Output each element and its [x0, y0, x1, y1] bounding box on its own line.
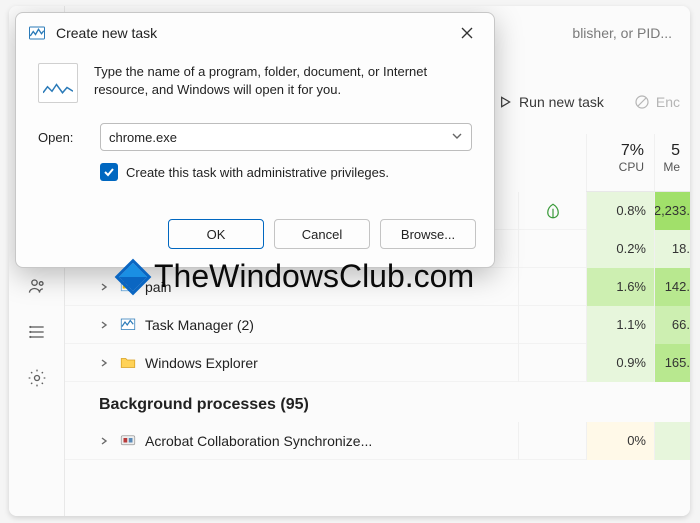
nav-details-icon[interactable] [27, 322, 47, 342]
dialog-description: Type the name of a program, folder, docu… [94, 63, 472, 99]
process-icon [119, 278, 137, 296]
cpu-percent: 7% [591, 142, 644, 160]
open-combobox[interactable]: chrome.exe [100, 123, 472, 151]
expand-chevron-icon[interactable] [99, 317, 111, 333]
memory-percent: 5 [659, 142, 680, 160]
memory-label: Me [663, 160, 680, 174]
close-icon [460, 26, 474, 40]
admin-checkbox[interactable] [100, 163, 118, 181]
expand-chevron-icon[interactable] [99, 279, 111, 295]
nav-settings-icon[interactable] [27, 368, 47, 388]
column-headers: 7% CPU 5 Me [586, 134, 690, 192]
cpu-cell: 1.1% [586, 306, 654, 344]
process-name: Task Manager (2) [145, 317, 254, 333]
process-row[interactable]: Task Manager (2) 1.1%66. [65, 306, 690, 344]
process-icon [119, 354, 137, 372]
memory-cell: 18. [654, 230, 690, 268]
memory-cell: 165. [654, 344, 690, 382]
memory-cell: 2,233. [654, 192, 690, 230]
background-processes-header: Background processes (95) [65, 382, 690, 422]
efficiency-cell [518, 192, 586, 230]
cpu-cell: 0.8% [586, 192, 654, 230]
process-name: pain [145, 279, 171, 295]
process-row[interactable]: Windows Explorer 0.9%165. [65, 344, 690, 382]
efficiency-cell [518, 422, 586, 460]
process-row[interactable]: pain 1.6%142. [65, 268, 690, 306]
end-task-button: Enc [624, 88, 690, 116]
memory-header[interactable]: 5 Me [654, 134, 690, 191]
process-icon [119, 432, 137, 450]
check-icon [103, 166, 115, 178]
cpu-cell: 0.9% [586, 344, 654, 382]
dialog-title: Create new task [56, 25, 452, 41]
process-name: Acrobat Collaboration Synchronize... [145, 433, 372, 449]
efficiency-cell [518, 306, 586, 344]
create-new-task-dialog: Create new task Type the name of a progr… [15, 12, 495, 268]
chevron-down-icon [451, 130, 463, 145]
open-label: Open: [38, 130, 86, 145]
play-icon [497, 94, 513, 110]
cpu-header[interactable]: 7% CPU [586, 134, 654, 191]
admin-checkbox-label: Create this task with administrative pri… [126, 165, 389, 180]
run-dialog-icon [28, 24, 46, 42]
memory-cell [654, 422, 690, 460]
run-new-task-label: Run new task [519, 94, 604, 110]
efficiency-cell [518, 344, 586, 382]
open-value: chrome.exe [109, 130, 177, 145]
memory-cell: 142. [654, 268, 690, 306]
cancel-button[interactable]: Cancel [274, 219, 370, 249]
efficiency-cell [518, 268, 586, 306]
cpu-label: CPU [619, 160, 644, 174]
close-button[interactable] [452, 18, 482, 48]
cpu-cell: 0.2% [586, 230, 654, 268]
run-new-task-button[interactable]: Run new task [487, 88, 614, 116]
end-task-label: Enc [656, 94, 680, 110]
expand-chevron-icon[interactable] [99, 355, 111, 371]
nav-users-icon[interactable] [27, 276, 47, 296]
search-placeholder-tail[interactable]: blisher, or PID... [572, 16, 672, 50]
cpu-cell: 0% [586, 422, 654, 460]
run-graphic-icon [38, 63, 78, 103]
process-row[interactable]: Acrobat Collaboration Synchronize... 0% [65, 422, 690, 460]
efficiency-cell [518, 230, 586, 268]
ok-button[interactable]: OK [168, 219, 264, 249]
expand-chevron-icon[interactable] [99, 433, 111, 449]
memory-cell: 66. [654, 306, 690, 344]
process-name: Windows Explorer [145, 355, 258, 371]
prohibit-icon [634, 94, 650, 110]
process-icon [119, 316, 137, 334]
browse-button[interactable]: Browse... [380, 219, 476, 249]
cpu-cell: 1.6% [586, 268, 654, 306]
